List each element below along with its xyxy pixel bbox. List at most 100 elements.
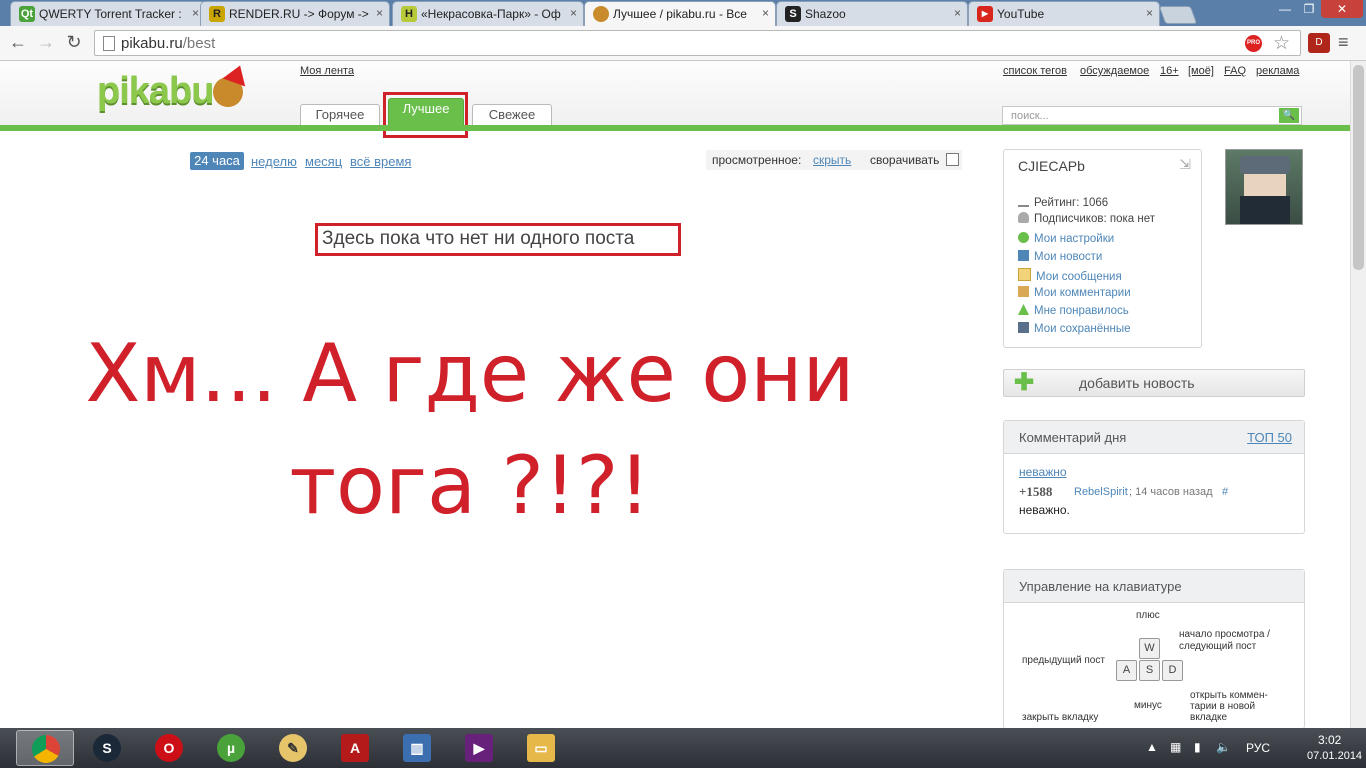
- taskbar-visualstudio[interactable]: ▶: [450, 730, 508, 766]
- window-close-icon[interactable]: ✕: [1321, 0, 1363, 18]
- taskbar-opera[interactable]: O: [140, 730, 198, 766]
- minimize-icon[interactable]: —: [1273, 0, 1297, 18]
- person-icon: [1018, 212, 1029, 223]
- language-indicator[interactable]: РУС: [1246, 741, 1270, 755]
- add-news-button[interactable]: ✚ добавить новость: [1003, 369, 1305, 397]
- filter-week[interactable]: неделю: [251, 154, 297, 169]
- browser-tab-active[interactable]: Лучшее / pikabu.ru - Все ×: [584, 1, 776, 26]
- close-icon[interactable]: ×: [1146, 6, 1153, 20]
- close-icon[interactable]: ×: [762, 6, 769, 20]
- qt-icon: Qt: [19, 6, 35, 22]
- search-input[interactable]: поиск...: [1011, 110, 1049, 122]
- comment-time: ; 14 часов назад: [1129, 486, 1213, 498]
- my-feed-link[interactable]: Моя лента: [300, 65, 354, 77]
- user-rating: Рейтинг: 1066: [1034, 197, 1109, 209]
- key-d: D: [1162, 660, 1183, 681]
- close-icon[interactable]: ×: [192, 6, 199, 20]
- add-news-label: добавить новость: [1079, 375, 1195, 391]
- url-text: pikabu.ru/best: [121, 35, 215, 52]
- username[interactable]: CJIECAPb: [1018, 158, 1085, 174]
- volume-icon[interactable]: 🔈: [1216, 740, 1231, 754]
- liked-link[interactable]: Мне понравилось: [1034, 305, 1129, 317]
- browser-tab[interactable]: ▶ YouTube ×: [968, 1, 1160, 26]
- tags-link[interactable]: список тегов: [1003, 65, 1067, 77]
- restore-icon[interactable]: ❐: [1297, 0, 1321, 18]
- my-messages-link[interactable]: Мои сообщения: [1036, 271, 1122, 283]
- close-icon[interactable]: ×: [954, 6, 961, 20]
- my-comments-link[interactable]: Мои комментарии: [1034, 287, 1131, 299]
- discussed-link[interactable]: обсуждаемое: [1080, 65, 1149, 77]
- collapse-checkbox[interactable]: [946, 153, 959, 166]
- address-bar[interactable]: pikabu.ru/best PRO ☆: [94, 30, 1301, 56]
- close-icon[interactable]: ×: [570, 6, 577, 20]
- comment-permalink[interactable]: #: [1222, 486, 1228, 498]
- browser-tab[interactable]: H «Некрасовка-Парк» - Оф ×: [392, 1, 584, 26]
- taskbar-utorrent[interactable]: µ: [202, 730, 260, 766]
- reload-icon[interactable]: ↻: [64, 32, 84, 52]
- avatar[interactable]: [1225, 149, 1303, 225]
- pro-extension-icon[interactable]: PRO: [1245, 35, 1262, 52]
- next-label: начало просмотра / следующий пост: [1179, 629, 1270, 652]
- tab-title: QWERTY Torrent Tracker :: [39, 7, 182, 21]
- clock-time[interactable]: 3:02: [1318, 733, 1341, 747]
- adult-link[interactable]: 16+: [1160, 65, 1179, 77]
- new-tab-button[interactable]: [1158, 6, 1198, 24]
- taskbar-autocad[interactable]: A: [326, 730, 384, 766]
- page-scrollbar[interactable]: [1350, 61, 1366, 728]
- tab-fresh[interactable]: Свежее: [472, 104, 552, 125]
- my-settings-link[interactable]: Мои настройки: [1034, 233, 1114, 245]
- dota-extension-icon[interactable]: D: [1308, 33, 1330, 53]
- scrollbar-thumb[interactable]: [1353, 65, 1364, 270]
- taskbar-chrome[interactable]: [16, 730, 74, 766]
- headband-icon: [1240, 156, 1290, 174]
- logo-text: pikabu: [97, 70, 214, 112]
- tab-hot[interactable]: Горячее: [300, 104, 380, 125]
- search-box[interactable]: поиск... 🔍: [1002, 106, 1302, 125]
- logout-icon[interactable]: ⇲: [1179, 156, 1191, 173]
- filter-all-time[interactable]: всё время: [350, 154, 411, 169]
- saved-link[interactable]: Мои сохранённые: [1034, 323, 1131, 335]
- header-divider: [0, 125, 1350, 131]
- utorrent-icon: µ: [217, 734, 245, 762]
- taskbar: S O µ ✎ A ▥ ▶ ▭ ▲ ▦ ▮ 🔈 РУС 3:02 07.01.2…: [0, 728, 1366, 768]
- pikabu-logo[interactable]: pikabu: [97, 61, 252, 113]
- browser-tab[interactable]: Qt QWERTY Torrent Tracker : ×: [10, 1, 206, 26]
- taskbar-paint[interactable]: ✎: [264, 730, 322, 766]
- user-subscribers: Подписчиков: пока нет: [1034, 213, 1155, 225]
- signal-icon[interactable]: ▮: [1194, 740, 1201, 754]
- faq-link[interactable]: FAQ: [1224, 65, 1246, 77]
- taskbar-app[interactable]: ▥: [388, 730, 446, 766]
- comment-of-day-panel: Комментарий дня ТОП 50 неважно +1588 Reb…: [1003, 420, 1305, 534]
- system-tray: ▲ ▦ ▮ 🔈 РУС 3:02 07.01.2014: [1140, 728, 1366, 768]
- save-icon: [1018, 322, 1029, 333]
- forward-arrow-icon[interactable]: →: [36, 32, 56, 52]
- mine-link[interactable]: [моё]: [1188, 65, 1214, 77]
- filter-month[interactable]: месяц: [305, 154, 342, 169]
- taskbar-steam[interactable]: S: [78, 730, 136, 766]
- comment-author[interactable]: RebelSpirit: [1074, 486, 1128, 498]
- post-link[interactable]: неважно: [1019, 465, 1067, 479]
- shazoo-icon: S: [785, 6, 801, 22]
- close-icon[interactable]: ×: [376, 6, 383, 20]
- tray-arrow-icon[interactable]: ▲: [1146, 740, 1158, 754]
- my-news-link[interactable]: Мои новости: [1034, 251, 1102, 263]
- taskbar-explorer[interactable]: ▭: [512, 730, 570, 766]
- bookmark-star-icon[interactable]: ☆: [1273, 32, 1290, 55]
- back-arrow-icon[interactable]: ←: [8, 32, 28, 52]
- chrome-menu-icon[interactable]: ≡: [1338, 32, 1349, 53]
- clock-date[interactable]: 07.01.2014: [1307, 750, 1362, 762]
- building-icon: ▥: [403, 734, 431, 762]
- browser-tab[interactable]: S Shazoo ×: [776, 1, 968, 26]
- search-icon[interactable]: 🔍: [1279, 108, 1299, 123]
- chrome-icon: [32, 735, 60, 763]
- browser-tab[interactable]: R RENDER.RU -> Форум -> ×: [200, 1, 390, 26]
- top50-link[interactable]: ТОП 50: [1247, 430, 1292, 445]
- ads-link[interactable]: реклама: [1256, 65, 1299, 77]
- tab-title: Shazoo: [805, 7, 846, 21]
- filter-24h[interactable]: 24 часа: [190, 152, 244, 170]
- keyboard-panel: Управление на клавиатуре плюс W A S D пр…: [1003, 569, 1305, 729]
- panel-title: Управление на клавиатуре: [1019, 579, 1182, 594]
- network-icon[interactable]: ▦: [1170, 740, 1181, 754]
- annotation-line: тога ?!?!: [289, 439, 651, 532]
- hide-viewed-link[interactable]: скрыть: [813, 153, 851, 167]
